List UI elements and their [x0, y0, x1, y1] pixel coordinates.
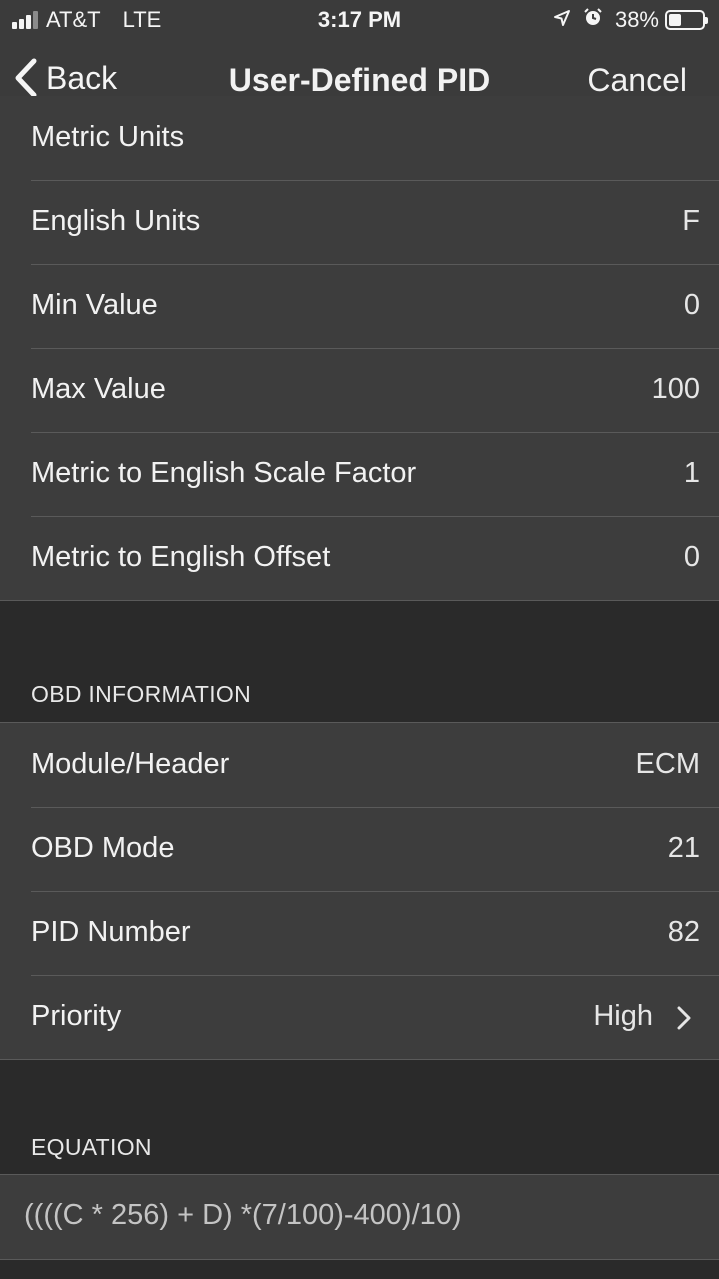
equation-field[interactable]: ((((C * 256) + D) *(7/100)-400)/10) — [0, 1175, 719, 1259]
row-metric-units[interactable]: Metric Units — [0, 96, 719, 180]
row-value: ECM — [635, 748, 700, 780]
location-arrow-icon — [553, 7, 571, 33]
screen: AT&T LTE 3:17 PM 38% Back User-Defined P… — [0, 0, 719, 1279]
equation-text: ((((C * 256) + D) *(7/100)-400)/10) — [24, 1199, 462, 1231]
row-value: F — [682, 205, 700, 237]
row-label: Metric to English Scale Factor — [31, 457, 417, 489]
row-pid-number[interactable]: PID Number 82 — [0, 891, 719, 975]
row-value: 0 — [683, 289, 700, 321]
row-module-header[interactable]: Module/Header ECM — [0, 723, 719, 807]
battery-percent: 38% — [614, 7, 659, 32]
battery-fill — [669, 14, 681, 26]
row-label: PID Number — [31, 916, 191, 948]
row-min-value[interactable]: Min Value 0 — [0, 264, 719, 348]
alarm-icon — [583, 7, 603, 33]
section-header-obd: OBD INFORMATION — [31, 681, 252, 707]
status-right: 38% — [553, 7, 708, 33]
row-label: Metric Units — [31, 121, 185, 153]
row-value: 100 — [651, 373, 700, 405]
row-label: English Units — [31, 205, 201, 237]
row-max-value[interactable]: Max Value 100 — [0, 348, 719, 432]
row-scale-factor[interactable]: Metric to English Scale Factor 1 — [0, 432, 719, 516]
row-value: 82 — [667, 916, 700, 948]
row-label: OBD Mode — [31, 832, 175, 864]
row-english-units[interactable]: English Units F — [0, 180, 719, 264]
row-value: 1 — [683, 457, 700, 489]
row-label: Module/Header — [31, 748, 230, 780]
row-label: Priority — [31, 1000, 122, 1032]
row-obd-mode[interactable]: OBD Mode 21 — [0, 807, 719, 891]
status-bar: AT&T LTE 3:17 PM 38% — [0, 0, 719, 40]
row-label: Metric to English Offset — [31, 541, 331, 573]
row-value: 21 — [667, 832, 700, 864]
row-label: Min Value — [31, 289, 158, 321]
section-header-equation: EQUATION — [31, 1134, 152, 1160]
row-label: Max Value — [31, 373, 166, 405]
obd-group: Module/Header ECM OBD Mode 21 PID Number… — [0, 722, 719, 1060]
row-offset[interactable]: Metric to English Offset 0 — [0, 516, 719, 600]
cancel-button[interactable]: Cancel — [587, 62, 687, 99]
row-priority[interactable]: Priority High — [0, 975, 719, 1059]
equation-group: ((((C * 256) + D) *(7/100)-400)/10) — [0, 1174, 719, 1260]
units-group: Metric Units English Units F Min Value 0… — [0, 96, 719, 601]
row-value: High — [593, 1000, 653, 1032]
battery-icon — [665, 10, 708, 30]
chevron-right-icon — [677, 1006, 691, 1030]
row-value: 0 — [683, 541, 700, 573]
